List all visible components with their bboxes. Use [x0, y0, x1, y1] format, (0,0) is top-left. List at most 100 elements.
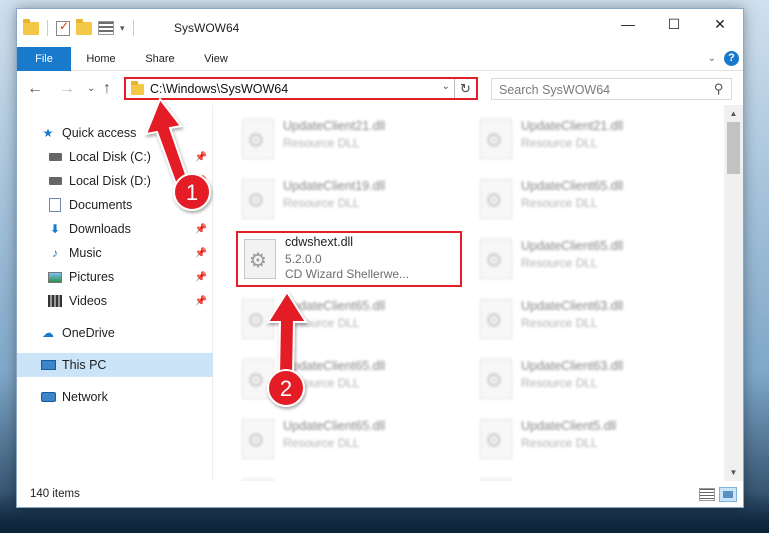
item-count: 140 items — [30, 488, 80, 500]
file-item[interactable]: UpdateClient63.dll Resource DLL — [474, 291, 702, 347]
sidebar-item-label: OneDrive — [62, 326, 115, 340]
pin-icon[interactable]: 📌 — [195, 200, 207, 211]
maximize-button[interactable]: ☐ — [651, 9, 697, 39]
folder-icon — [131, 81, 144, 95]
ribbon: File Home Share View ⌄ ? — [17, 47, 743, 71]
this-pc-icon — [40, 358, 56, 372]
file-item[interactable]: UpdateClient65.dll Resource DLL — [236, 351, 464, 407]
file-item[interactable]: UpdateClient65.dll Resource DLL — [474, 231, 702, 287]
sidebar-item-local-disk-c[interactable]: Local Disk (C:) 📌 — [17, 145, 213, 169]
pin-icon[interactable]: 📌 — [195, 176, 207, 187]
quick-access-toolbar: ▾ — [23, 18, 136, 36]
file-type: Resource DLL — [283, 196, 360, 210]
file-name: UpdateClient5.dll — [521, 419, 617, 433]
sidebar-item-network[interactable]: Network — [17, 385, 213, 409]
back-arrow-icon[interactable]: ← — [27, 80, 43, 98]
scroll-down-icon[interactable]: ▼ — [724, 464, 743, 481]
file-name: UpdateClient65.dll — [283, 359, 386, 373]
pin-icon[interactable]: 📌 — [195, 224, 207, 235]
file-type: Resource DLL — [283, 436, 360, 450]
star-icon: ★ — [42, 126, 54, 140]
tab-share[interactable]: Share — [139, 47, 181, 71]
help-icon[interactable]: ? — [724, 51, 739, 66]
file-type: Resource DLL — [521, 256, 598, 270]
toolbar-separator — [47, 20, 48, 36]
file-name: UpdateClient21.dll — [283, 119, 386, 133]
file-item-cdwshext[interactable]: cdwshext.dll 5.2.0.0 CD Wizard Shellerwe… — [236, 231, 462, 287]
dll-file-icon — [480, 419, 512, 459]
file-type: Resource DLL — [283, 136, 360, 150]
sidebar-item-label: Local Disk (D:) — [69, 174, 151, 188]
sidebar-item-videos[interactable]: Videos 📌 — [17, 289, 213, 313]
sidebar-item-documents[interactable]: Documents 📌 — [17, 193, 213, 217]
file-item[interactable]: UpdateClient19.dll Resource DLL — [236, 171, 464, 227]
file-type: Resource DLL — [521, 136, 598, 150]
address-bar[interactable]: C:\Windows\SysWOW64 ⌄ ↻ — [124, 77, 478, 100]
file-name: UpdateClient65.dll — [521, 179, 624, 193]
tab-home[interactable]: Home — [79, 47, 123, 71]
file-item[interactable]: UpdateClient21.dll Resource DLL — [474, 111, 702, 167]
file-description: CD Wizard Shellerwe... — [285, 267, 410, 281]
file-name: UpdateClient63.dll — [521, 299, 624, 313]
tab-view[interactable]: View — [197, 47, 235, 71]
recent-locations-icon[interactable]: ⌄ — [87, 83, 95, 94]
scroll-up-icon[interactable]: ▲ — [724, 105, 743, 122]
tiles-view-icon[interactable] — [719, 487, 737, 502]
properties-icon[interactable] — [98, 21, 114, 35]
file-item[interactable]: UpdateClient21.dll Resource DLL — [236, 111, 464, 167]
search-icon[interactable]: ⚲ — [714, 81, 724, 97]
address-dropdown-icon[interactable]: ⌄ — [442, 81, 450, 92]
properties-check-icon[interactable] — [56, 19, 70, 36]
sidebar-item-music[interactable]: ♪ Music 📌 — [17, 241, 213, 265]
pin-icon[interactable]: 📌 — [195, 248, 207, 259]
sidebar-item-downloads[interactable]: ⬇ Downloads 📌 — [17, 217, 213, 241]
ribbon-right-controls: ⌄ ? — [708, 51, 739, 66]
expand-ribbon-icon[interactable]: ⌄ — [708, 53, 716, 64]
sidebar-item-pictures[interactable]: Pictures 📌 — [17, 265, 213, 289]
file-item[interactable] — [236, 471, 464, 481]
file-type: Resource DLL — [521, 196, 598, 210]
sidebar-item-label: This PC — [62, 358, 107, 372]
pin-icon[interactable]: 📌 — [195, 152, 207, 163]
customize-toolbar-icon[interactable]: ▾ — [120, 23, 125, 34]
file-item[interactable] — [474, 471, 702, 481]
refresh-icon[interactable]: ↻ — [454, 79, 476, 98]
scroll-thumb[interactable] — [727, 122, 740, 174]
dll-file-icon — [480, 299, 512, 339]
sidebar-item-this-pc[interactable]: This PC — [17, 353, 213, 377]
navigation-pane: ★ Quick access Local Disk (C:) 📌 Local D… — [17, 105, 213, 481]
pin-icon[interactable]: 📌 — [195, 296, 207, 307]
search-placeholder[interactable]: Search SysWOW64 — [499, 83, 610, 97]
forward-arrow-icon[interactable]: → — [59, 80, 75, 98]
file-item[interactable]: UpdateClient5.dll Resource DLL — [474, 411, 702, 467]
sidebar-item-label: Documents — [69, 198, 133, 212]
file-item[interactable]: UpdateClient63.dll Resource DLL — [474, 351, 702, 407]
pin-icon[interactable]: 📌 — [195, 272, 207, 283]
dll-file-icon — [242, 179, 274, 219]
tab-file[interactable]: File — [17, 47, 71, 71]
sidebar-item-label: Pictures — [69, 270, 115, 284]
up-arrow-icon[interactable]: ↑ — [103, 80, 111, 98]
music-icon: ♪ — [52, 246, 58, 260]
sidebar-item-onedrive[interactable]: ☁ OneDrive — [17, 321, 213, 345]
toolbar-separator — [132, 20, 134, 36]
vertical-scrollbar[interactable]: ▲ ▼ — [724, 105, 743, 481]
file-item[interactable]: UpdateClient65.dll Resource DLL — [236, 411, 464, 467]
file-name: UpdateClient21.dll — [521, 119, 624, 133]
sidebar-item-label: Local Disk (C:) — [69, 150, 151, 164]
file-item[interactable]: UpdateClient65.dll Resource DLL — [474, 171, 702, 227]
sidebar-item-quick-access[interactable]: ★ Quick access — [17, 121, 213, 145]
file-item[interactable]: UpdateClient65.dll Resource DLL — [236, 291, 464, 347]
videos-icon — [47, 294, 63, 308]
minimize-button[interactable]: — — [605, 9, 651, 39]
search-box[interactable]: Search SysWOW64 ⚲ — [491, 78, 732, 100]
file-type: Resource DLL — [283, 376, 360, 390]
sidebar-item-local-disk-d[interactable]: Local Disk (D:) 📌 — [17, 169, 213, 193]
details-view-icon[interactable] — [699, 488, 715, 501]
close-button[interactable]: ✕ — [697, 9, 743, 39]
file-type: Resource DLL — [521, 436, 598, 450]
new-folder-icon[interactable] — [76, 18, 92, 35]
address-path[interactable]: C:\Windows\SysWOW64 — [150, 82, 288, 96]
drive-icon — [47, 150, 63, 164]
dll-file-icon — [480, 359, 512, 399]
